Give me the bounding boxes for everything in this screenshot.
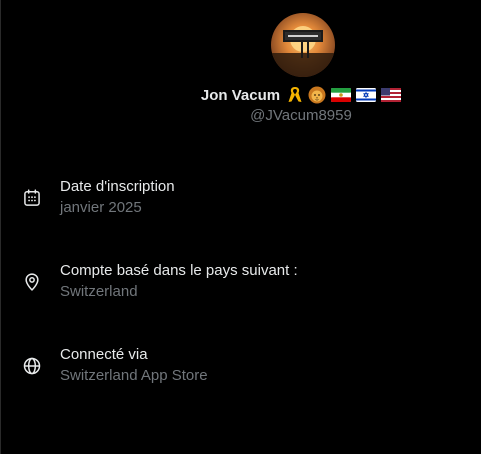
- connected-via-label: Connecté via: [60, 346, 148, 363]
- connected-via-value: Switzerland App Store: [60, 367, 208, 384]
- avatar[interactable]: [271, 13, 335, 77]
- avatar-image: [271, 26, 335, 77]
- calendar-icon: [24, 189, 40, 206]
- account-country-value: Switzerland: [60, 283, 138, 300]
- profile-handle[interactable]: @JVacum8959: [1, 107, 481, 124]
- display-name[interactable]: Jon Vacum: [201, 87, 280, 104]
- globe-icon: [23, 357, 41, 375]
- iran-flag-icon: [331, 88, 352, 102]
- account-info-panel: Jon Vacum @JVacum8959 Date d'inscription…: [0, 0, 481, 454]
- connected-via-row: Connecté via Switzerland App Store: [1, 346, 481, 390]
- joined-date-value: janvier 2025: [60, 199, 142, 216]
- profile-name-row: Jon Vacum: [1, 85, 481, 105]
- account-country-row: Compte basé dans le pays suivant : Switz…: [1, 262, 481, 306]
- usa-flag-icon: [381, 88, 402, 102]
- israel-flag-icon: [356, 88, 377, 102]
- location-pin-icon: [25, 273, 39, 291]
- joined-date-row: Date d'inscription janvier 2025: [1, 178, 481, 222]
- yellow-ribbon-icon: [287, 86, 303, 104]
- account-country-label: Compte basé dans le pays suivant :: [60, 262, 298, 279]
- joined-date-label: Date d'inscription: [60, 178, 175, 195]
- lion-icon: [308, 86, 326, 104]
